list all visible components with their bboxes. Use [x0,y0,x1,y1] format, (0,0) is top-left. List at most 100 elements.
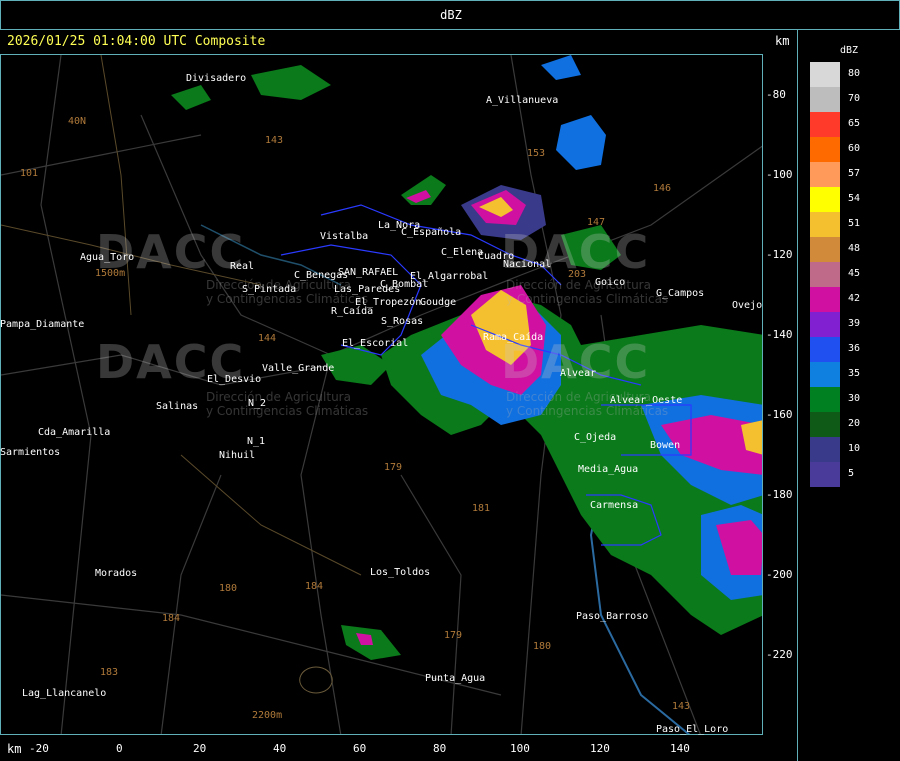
x-tick: 100 [510,742,530,755]
place-label: S_Rosas [381,316,424,327]
place-label: Morados [95,568,138,579]
place-label: SAN_RAFAEL [338,267,399,278]
elevation-label: 181 [472,503,491,514]
y-tick: -140 [766,328,793,341]
place-label: Agua_Toro [80,252,135,263]
place-label: G_Campos [656,288,705,299]
place-label: Vistalba [320,231,369,242]
place-label: Cda_Amarilla [38,427,111,438]
place-label: Divisadero [186,73,247,84]
legend-swatch [810,137,840,162]
place-label: Los_Toldos [370,567,431,578]
x-tick: 20 [193,742,207,755]
place-label: Carmensa [590,500,639,511]
place-label: C_Ojeda [574,432,617,443]
legend-value: 65 [848,118,861,129]
place-label: El_Algarrobal [410,271,489,282]
legend-value: 80 [848,68,861,79]
place-label: Paso_Barroso [576,611,649,622]
legend-value: 36 [848,343,861,354]
x-tick: 60 [353,742,367,755]
elevation-label: 143 [672,701,691,712]
legend-swatch [810,212,840,237]
elevation-label: 146 [653,183,672,194]
watermark-brand-4: DACC [501,335,651,389]
elevation-label: 144 [258,333,277,344]
place-label: Media_Agua [578,464,639,475]
place-label: S_Pintada [242,284,297,295]
elevation-label: 143 [265,135,284,146]
place-label: N_2 [248,398,267,409]
place-label: Paso_El_Loro [656,724,729,735]
place-label: Lag_Llancanelo [22,688,107,699]
legend-swatch [810,112,840,137]
place-label: Bowen [650,440,681,451]
x-tick: 0 [116,742,123,755]
y-tick: -220 [766,648,793,661]
elevation-label: 184 [162,613,181,624]
watermark-text-3: Dirección de Agricultura y Contingencias … [506,278,669,306]
legend-swatch [810,237,840,262]
place-label: Ovejo [732,300,763,311]
legend-swatch [810,362,840,387]
elevation-label: 40N [68,116,87,127]
elevation-label: 147 [587,217,606,228]
legend-value: 42 [848,293,861,304]
x-tick: 140 [670,742,690,755]
place-label: Valle_Grande [262,363,335,374]
place-label: Sarmientos [0,447,61,458]
place-label: Real [230,261,255,272]
place-label: Rama_Caída [483,332,544,343]
legend-value: 57 [848,168,861,179]
timestamp-label: 2026/01/25 01:04:00 UTC Composite [7,34,266,49]
legend-swatch [810,462,840,487]
elevation-label: 184 [305,581,324,592]
elevation-label: 180 [219,583,238,594]
y-tick: -200 [766,568,793,581]
units-top: km [775,34,790,48]
y-tick: -100 [766,168,793,181]
title-bar: dBZ [0,0,900,30]
x-tick: 120 [590,742,610,755]
legend-value: 10 [848,443,861,454]
elevation-label: 180 [533,641,552,652]
place-label: Salinas [156,401,199,412]
radar-echoes [171,55,762,660]
place-label: El_Desvio [207,374,262,385]
place-label: Goudge [420,297,457,308]
place-label: Punta_Agua [425,673,486,684]
legend-swatch [810,387,840,412]
legend-value: 48 [848,243,861,254]
legend-swatch [810,412,840,437]
legend-value: 20 [848,418,861,429]
place-label: El_Escorial [342,338,409,349]
place-label: C_Española [401,227,462,238]
legend-swatch [810,312,840,337]
y-tick: -180 [766,488,793,501]
legend-value: 30 [848,393,861,404]
x-tick: 40 [273,742,287,755]
place-label: Goico [595,277,626,288]
elevation-label: 101 [20,168,39,179]
legend-swatch [810,437,840,462]
elevation-label: 1500m [95,268,126,279]
elevation-label: 153 [527,148,546,159]
legend-title: dBZ [840,45,859,56]
watermark-text-2: Dirección de Agricultura y Contingencias … [206,390,369,418]
y-tick: -160 [766,408,793,421]
place-label: Pampa_Diamante [0,319,85,330]
place-label: C_Elena [441,247,484,258]
legend-value: 5 [848,468,855,479]
x-tick: 80 [433,742,447,755]
elevation-label: 179 [444,630,463,641]
elevation-label: 2200m [252,710,283,721]
terrain-lines [1,55,362,576]
elevation-label: 203 [568,269,587,280]
legend-swatch [810,62,840,87]
legend-value: 54 [848,193,861,204]
product-title: dBZ [440,8,462,22]
place-label: R_Caída [331,306,374,317]
legend-value: 45 [848,268,861,279]
units-bottom: km [7,742,22,756]
legend-swatch [810,162,840,187]
